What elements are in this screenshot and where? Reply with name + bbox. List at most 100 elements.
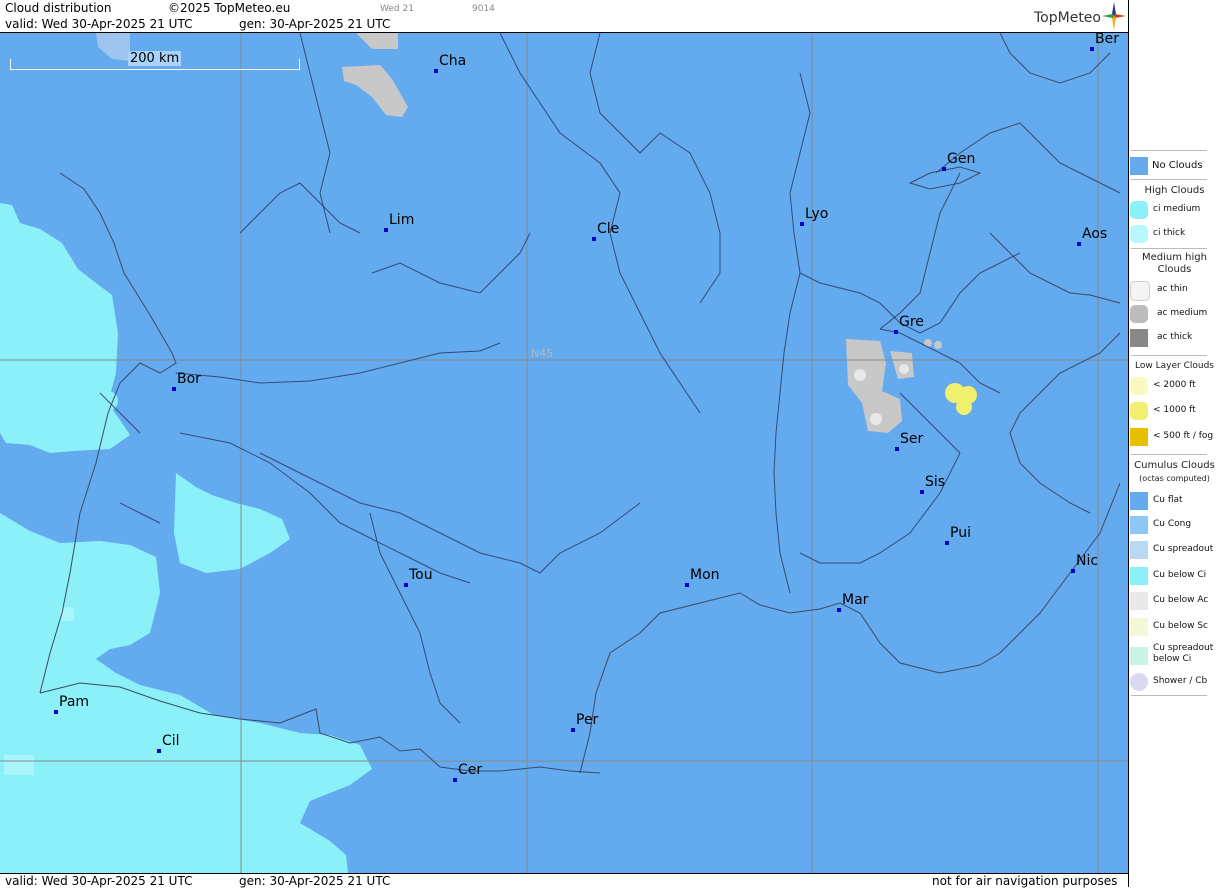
swatch-shower-cb: [1130, 673, 1148, 691]
legend-item-ci-thick: ci thick: [1129, 223, 1219, 245]
legend-item-shower-cb: Shower / Cb: [1129, 671, 1219, 693]
legend-label: Cu spreadout: [1153, 544, 1214, 554]
generated-time: gen: 30-Apr-2025 21 UTC: [239, 17, 391, 31]
legend-item-cu-spreadout: Cu spreadout: [1129, 539, 1219, 561]
legend-item-fog: < 500 ft / fog: [1129, 426, 1219, 448]
legend-item-ac-medium: ac medium: [1129, 303, 1219, 325]
footer-bar: valid: Wed 30-Apr-2025 21 UTC gen: 30-Ap…: [0, 873, 1128, 888]
legend-item-no-clouds: No Clouds: [1129, 155, 1219, 177]
city-dot: [945, 541, 949, 545]
swatch-low-2000: [1130, 377, 1148, 395]
swatch-cu-flat: [1130, 492, 1148, 510]
swatch-cu-below-sc: [1130, 618, 1148, 636]
city-label: Lim: [389, 212, 415, 228]
swatch-cu-spreadout-below-ci: [1130, 647, 1148, 665]
city-dot: [54, 710, 58, 714]
legend-label: No Clouds: [1152, 160, 1203, 171]
legend-label: ac thick: [1157, 332, 1193, 342]
copyright: ©2025 TopMeteo.eu: [168, 1, 291, 15]
city-label: Nic: [1076, 553, 1099, 569]
legend-cumulus-title: Cumulus Clouds: [1134, 460, 1215, 471]
legend-cumulus-subtitle: (octas computed): [1139, 474, 1210, 483]
city-label: Lyo: [805, 206, 829, 222]
low-cloud-area: [945, 383, 977, 415]
legend-label: < 500 ft / fog: [1153, 431, 1214, 441]
city-label: Per: [576, 712, 599, 728]
legend-label: < 1000 ft: [1153, 405, 1196, 415]
city-label: Mon: [690, 567, 720, 583]
city-dot: [800, 222, 804, 226]
scale-label: 200 km: [128, 51, 182, 66]
city-dot: [404, 583, 408, 587]
legend-label: ci thick: [1153, 228, 1186, 238]
city-label: Cer: [458, 762, 483, 778]
city-dot: [894, 330, 898, 334]
city-label: Aos: [1082, 226, 1108, 242]
city-dot: [685, 583, 689, 587]
city-label: Cha: [439, 53, 467, 69]
city-dot: [1077, 242, 1081, 246]
legend-item-ac-thin: ac thin: [1129, 279, 1219, 301]
topmeteo-logo[interactable]: TopMeteo: [1034, 10, 1101, 26]
map-title: Cloud distribution: [5, 1, 112, 15]
city-dot: [453, 778, 457, 782]
city-label: Ser: [900, 431, 924, 447]
city-dot: [571, 728, 575, 732]
legend-panel: No Clouds High Clouds ci medium ci thick…: [1128, 0, 1219, 887]
compass-star-icon: [1102, 2, 1126, 30]
city-dot: [157, 749, 161, 753]
legend-item-cu-cong: Cu Cong: [1129, 514, 1219, 536]
legend-low-title: Low Layer Clouds: [1135, 361, 1214, 371]
city-label: Sis: [925, 474, 946, 490]
city-dot: [1090, 47, 1094, 51]
city-label: Cil: [162, 733, 180, 749]
city-dot: [837, 608, 841, 612]
disclaimer: not for air navigation purposes: [932, 874, 1118, 888]
city-label: Mar: [842, 592, 869, 608]
swatch-cu-spreadout: [1130, 541, 1148, 559]
legend-item-ac-thick: ac thick: [1129, 327, 1219, 349]
forecast-code: 9014: [472, 4, 495, 14]
swatch-ac-thick: [1130, 329, 1148, 347]
cloud-map[interactable]: 200 km N45 Cha Ber Lim Cle Lyo Gen Aos G…: [0, 33, 1128, 873]
swatch-cu-below-ci: [1130, 567, 1148, 585]
legend-label: ac thin: [1157, 284, 1188, 294]
legend-item-ci-medium: ci medium: [1129, 199, 1219, 221]
legend-item-cu-flat: Cu flat: [1129, 490, 1219, 512]
swatch-ci-medium: [1130, 201, 1148, 219]
city-label: Gen: [947, 151, 976, 167]
forecast-day: Wed 21: [380, 4, 414, 14]
ac-cloud-area-north: [96, 33, 408, 117]
valid-time: valid: Wed 30-Apr-2025 21 UTC: [5, 17, 193, 31]
city-label: Pui: [950, 525, 971, 541]
legend-item-cu-below-sc: Cu below Sc: [1129, 616, 1219, 638]
swatch-ac-medium: [1130, 305, 1148, 323]
city-label: Ber: [1095, 33, 1119, 47]
swatch-low-1000: [1130, 402, 1148, 420]
ac-cloud-area-alps: [846, 339, 942, 433]
legend-item-cu-below-ac: Cu below Ac: [1129, 590, 1219, 612]
legend-item-cu-spreadout-below-ci: Cu spreadout below Ci: [1129, 641, 1219, 671]
legend-label: Shower / Cb: [1153, 676, 1208, 686]
header-bar: Cloud distribution ©2025 TopMeteo.eu Wed…: [0, 0, 1128, 33]
footer-valid-time: valid: Wed 30-Apr-2025 21 UTC: [5, 874, 193, 888]
city-dot: [434, 69, 438, 73]
footer-generated-time: gen: 30-Apr-2025 21 UTC: [239, 874, 391, 888]
city-label: Cle: [597, 221, 620, 237]
swatch-ac-thin: [1130, 281, 1150, 301]
legend-high-title: High Clouds: [1144, 185, 1205, 196]
city-dot: [592, 237, 596, 241]
swatch-fog: [1130, 428, 1148, 446]
legend-label: Cu below Ac: [1153, 595, 1209, 605]
legend-label: Cu Cong: [1153, 519, 1192, 529]
legend-label: Cu spreadout below Ci: [1153, 643, 1214, 664]
legend-label: Cu flat: [1153, 495, 1183, 505]
city-dot: [172, 387, 176, 391]
city-label: Bor: [177, 371, 201, 387]
city-label: Gre: [899, 314, 924, 330]
legend-label: ci medium: [1153, 204, 1201, 214]
city-dot: [942, 167, 946, 171]
city-label: Tou: [409, 567, 433, 583]
swatch-cu-below-ac: [1130, 592, 1148, 610]
swatch-no-clouds: [1130, 157, 1148, 175]
